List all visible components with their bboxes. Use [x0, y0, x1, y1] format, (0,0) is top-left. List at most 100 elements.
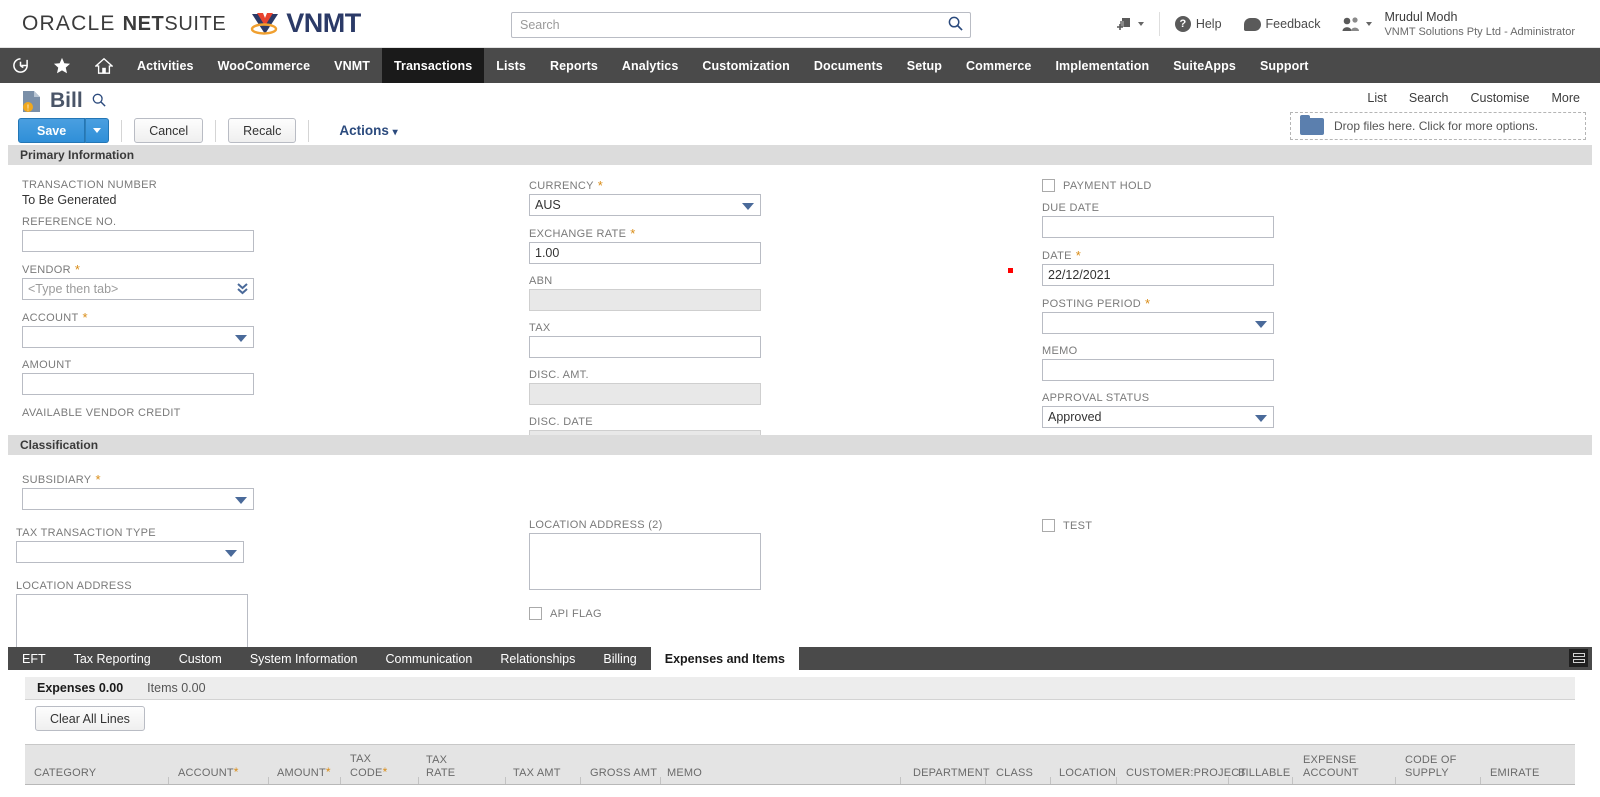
- nav-item-lists[interactable]: Lists: [484, 48, 538, 83]
- double-chevron-down-icon[interactable]: [236, 280, 249, 298]
- save-dropdown-button[interactable]: [85, 118, 109, 143]
- column-header-location[interactable]: LOCATION: [1059, 767, 1116, 780]
- nav-item-reports[interactable]: Reports: [538, 48, 610, 83]
- tab-eft[interactable]: EFT: [8, 647, 60, 670]
- netsuite-light-part: SUITE: [164, 13, 226, 35]
- column-header-expense-account[interactable]: EXPENSEACCOUNT: [1303, 754, 1359, 780]
- due-date-input[interactable]: [1042, 216, 1274, 238]
- column-header-tax-rate[interactable]: TAXRATE: [426, 754, 455, 780]
- main-navigation: ActivitiesWooCommerceVNMTTransactionsLis…: [0, 48, 1600, 83]
- field-tax-transaction-type: TAX TRANSACTION TYPE: [16, 527, 244, 563]
- column-header-tax-code[interactable]: TAXCODE*: [350, 753, 387, 780]
- currency-select[interactable]: AUS: [529, 194, 761, 216]
- field-due-date: DUE DATE: [1042, 202, 1274, 238]
- vendor-input[interactable]: [22, 278, 254, 300]
- column-header-account[interactable]: ACCOUNT*: [178, 766, 239, 780]
- column-header-tax-amt[interactable]: TAX AMT: [513, 767, 561, 780]
- nav-item-implementation[interactable]: Implementation: [1043, 48, 1161, 83]
- record-search-icon[interactable]: [92, 93, 106, 110]
- oracle-netsuite-logo[interactable]: ORACLE NETSUITE: [22, 12, 226, 36]
- column-header-category[interactable]: CATEGORY: [34, 767, 96, 780]
- column-header-billable[interactable]: BILLABLE: [1238, 767, 1290, 780]
- field-currency: CURRENCY* AUS: [529, 179, 761, 216]
- subtab-items-0-00[interactable]: Items 0.00: [135, 677, 217, 700]
- cancel-button[interactable]: Cancel: [134, 118, 203, 143]
- save-button[interactable]: Save: [18, 118, 85, 143]
- tab-billing[interactable]: Billing: [589, 647, 650, 670]
- svg-text:!: !: [27, 104, 29, 113]
- vnmt-partner-logo[interactable]: VNMT: [248, 8, 361, 39]
- nav-item-commerce[interactable]: Commerce: [954, 48, 1043, 83]
- subsidiary-select[interactable]: [22, 488, 254, 510]
- tab-relationships[interactable]: Relationships: [486, 647, 589, 670]
- field-payment-hold[interactable]: PAYMENT HOLD: [1042, 179, 1274, 192]
- nav-item-woocommerce[interactable]: WooCommerce: [206, 48, 323, 83]
- header-link-search[interactable]: Search: [1409, 91, 1449, 105]
- posting-period-select[interactable]: [1042, 312, 1274, 334]
- feedback-button[interactable]: Feedback: [1233, 17, 1332, 31]
- header-link-more[interactable]: More: [1552, 91, 1580, 105]
- divider: [1159, 12, 1160, 36]
- quick-add-button[interactable]: [1105, 16, 1155, 33]
- column-header-gross-amt[interactable]: GROSS AMT: [590, 767, 657, 780]
- clear-all-lines-button[interactable]: Clear All Lines: [35, 706, 145, 731]
- nav-item-suiteapps[interactable]: SuiteApps: [1161, 48, 1248, 83]
- memo-input[interactable]: [1042, 359, 1274, 381]
- header-link-customise[interactable]: Customise: [1470, 91, 1529, 105]
- line-items-header-row: CATEGORY ACCOUNT* AMOUNT* TAXCODE* TAXRATE TA…: [25, 745, 1575, 785]
- date-input[interactable]: [1042, 264, 1274, 286]
- nav-item-vnmt[interactable]: VNMT: [322, 48, 382, 83]
- tab-custom[interactable]: Custom: [165, 647, 236, 670]
- reference-no-input[interactable]: [22, 230, 254, 252]
- actions-menu[interactable]: Actions ▾: [339, 123, 397, 138]
- api-flag-checkbox[interactable]: [529, 607, 542, 620]
- shortcuts-star-icon[interactable]: [41, 48, 83, 83]
- header-link-list[interactable]: List: [1367, 91, 1386, 105]
- tab-expenses-and-items[interactable]: Expenses and Items: [651, 647, 799, 670]
- help-button[interactable]: ? Help: [1164, 16, 1233, 32]
- recent-records-icon[interactable]: [0, 48, 41, 83]
- field-reference-no: REFERENCE NO.: [22, 216, 254, 252]
- nav-item-transactions[interactable]: Transactions: [382, 48, 484, 83]
- tab-communication[interactable]: Communication: [372, 647, 487, 670]
- column-header-emirate[interactable]: EMIRATE: [1490, 767, 1539, 780]
- column-header-code-of-supply[interactable]: CODE OFSUPPLY: [1405, 754, 1457, 780]
- tab-tax-reporting[interactable]: Tax Reporting: [60, 647, 165, 670]
- nav-item-analytics[interactable]: Analytics: [610, 48, 690, 83]
- nav-item-customization[interactable]: Customization: [690, 48, 801, 83]
- test-checkbox[interactable]: [1042, 519, 1055, 532]
- location-address-2-textarea[interactable]: [529, 533, 761, 590]
- field-api-flag[interactable]: API FLAG: [529, 607, 761, 620]
- tax-input[interactable]: [529, 336, 761, 358]
- account-select[interactable]: [22, 326, 254, 348]
- recalc-button[interactable]: Recalc: [228, 118, 296, 143]
- column-header-memo[interactable]: MEMO: [667, 767, 702, 780]
- search-input[interactable]: [511, 12, 971, 38]
- tab-menu-icon[interactable]: [1569, 649, 1588, 667]
- divider: [121, 120, 122, 142]
- field-test[interactable]: TEST: [1042, 519, 1274, 532]
- field-abn: ABN: [529, 275, 761, 311]
- user-menu[interactable]: Mrudul Modh VNMT Solutions Pty Ltd - Adm…: [1331, 9, 1586, 40]
- subtab-expenses-0-00[interactable]: Expenses 0.00: [25, 677, 135, 700]
- nav-item-activities[interactable]: Activities: [125, 48, 206, 83]
- exchange-rate-label-text: EXCHANGE RATE: [529, 228, 626, 240]
- nav-item-documents[interactable]: Documents: [802, 48, 895, 83]
- help-label: Help: [1196, 17, 1222, 31]
- tab-system-information[interactable]: System Information: [236, 647, 372, 670]
- exchange-rate-input[interactable]: [529, 242, 761, 264]
- column-header-amount[interactable]: AMOUNT*: [277, 766, 331, 780]
- posting-period-label-text: POSTING PERIOD: [1042, 298, 1141, 310]
- column-divider: [168, 777, 169, 784]
- payment-hold-checkbox[interactable]: [1042, 179, 1055, 192]
- home-icon[interactable]: [83, 48, 125, 83]
- column-header-department[interactable]: DEPARTMENT: [913, 767, 990, 780]
- file-dropzone[interactable]: Drop files here. Click for more options.: [1290, 112, 1586, 140]
- approval-status-select[interactable]: Approved: [1042, 406, 1274, 428]
- nav-item-support[interactable]: Support: [1248, 48, 1321, 83]
- tax-transaction-type-select[interactable]: [16, 541, 244, 563]
- nav-item-setup[interactable]: Setup: [895, 48, 954, 83]
- sublist-tabs: Expenses 0.00Items 0.00: [25, 677, 1575, 700]
- column-header-class[interactable]: CLASS: [996, 767, 1033, 780]
- amount-input[interactable]: [22, 373, 254, 395]
